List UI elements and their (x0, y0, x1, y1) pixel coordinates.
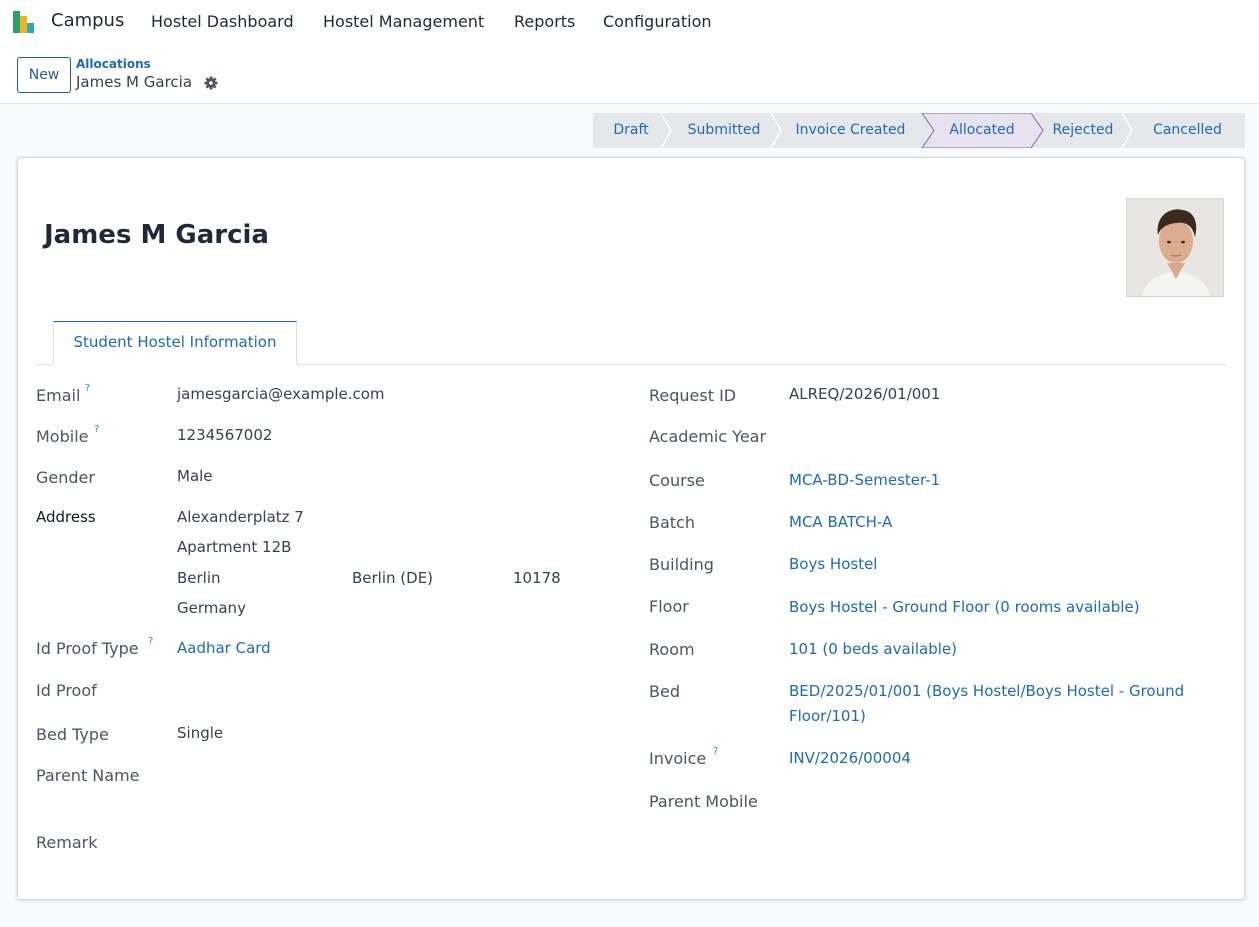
stage-submitted[interactable]: Submitted (669, 113, 779, 148)
request-id-field: ALREQ/2026/01/001 (789, 385, 941, 403)
bed-field[interactable]: BED/2025/01/001 (Boys Hostel/Boys Hostel… (789, 682, 1184, 700)
academic-year-label: Academic Year (649, 427, 767, 446)
student-photo (1127, 199, 1223, 296)
remark-label: Remark (36, 833, 98, 852)
street-field[interactable]: Alexanderplatz 7 (177, 508, 304, 526)
bed-label: Bed (649, 682, 680, 701)
building-label: Building (649, 555, 714, 574)
building-field[interactable]: Boys Hostel (789, 555, 877, 573)
invoice-help-icon[interactable]: ? (713, 746, 718, 757)
record-title: James M Garcia (44, 220, 269, 250)
menu-hostel-management[interactable]: Hostel Management (323, 12, 484, 31)
avatar[interactable] (1126, 198, 1224, 297)
app-name[interactable]: Campus (51, 10, 124, 31)
id-proof-type-label: Id Proof Type (36, 639, 139, 658)
email-label: Email (36, 386, 81, 405)
id-proof-label: Id Proof (36, 681, 97, 700)
invoice-field[interactable]: INV/2026/00004 (789, 749, 911, 767)
stage-rejected[interactable]: Rejected (1036, 113, 1130, 148)
batch-label: Batch (649, 513, 695, 532)
floor-label: Floor (649, 597, 689, 616)
course-field[interactable]: MCA-BD-Semester-1 (789, 471, 940, 489)
parent-mobile-label: Parent Mobile (649, 792, 758, 811)
email-help-icon[interactable]: ? (85, 383, 90, 394)
batch-field[interactable]: MCA BATCH-A (789, 513, 892, 531)
bed-type-label: Bed Type (36, 725, 109, 744)
room-label: Room (649, 640, 695, 659)
room-field[interactable]: 101 (0 beds available) (789, 640, 957, 658)
form-sheet: James M Garcia Student Hostel Informatio… (17, 157, 1245, 900)
gender-label: Gender (36, 468, 95, 487)
floor-field[interactable]: Boys Hostel - Ground Floor (0 rooms avai… (789, 598, 1140, 616)
campus-app-icon[interactable] (12, 10, 36, 34)
stage-invoice-created[interactable]: Invoice Created (779, 113, 922, 148)
zip-field[interactable]: 10178 (513, 569, 561, 587)
stage-separator (1121, 113, 1133, 148)
course-label: Course (649, 471, 705, 490)
gear-icon[interactable] (203, 75, 219, 91)
bed-type-field[interactable]: Single (177, 724, 223, 742)
id-proof-type-help-icon[interactable]: ? (148, 636, 153, 647)
id-proof-type-field[interactable]: Aadhar Card (177, 639, 271, 657)
tab-student-hostel-information[interactable]: Student Hostel Information (53, 321, 297, 365)
stage-separator (770, 113, 782, 148)
breadcrumb-allocations[interactable]: Allocations (76, 57, 151, 71)
state-field[interactable]: Berlin (DE) (352, 569, 433, 587)
new-button[interactable]: New (17, 57, 71, 93)
invoice-label: Invoice (649, 749, 707, 768)
top-navbar: Campus Hostel Dashboard Hostel Managemen… (0, 0, 1259, 44)
email-field[interactable]: jamesgarcia@example.com (177, 385, 385, 403)
street2-field[interactable]: Apartment 12B (177, 538, 291, 556)
gender-field[interactable]: Male (177, 467, 213, 485)
breadcrumb-current: James M Garcia (76, 73, 193, 91)
mobile-field[interactable]: 1234567002 (177, 426, 272, 444)
request-id-label: Request ID (649, 386, 737, 405)
country-field[interactable]: Germany (177, 599, 246, 617)
address-label: Address (36, 508, 96, 526)
status-bar: Draft Submitted Invoice Created Rejected… (593, 113, 1245, 148)
menu-hostel-dashboard[interactable]: Hostel Dashboard (151, 12, 294, 31)
control-panel: New Allocations James M Garcia (0, 44, 1259, 104)
city-field[interactable]: Berlin (177, 569, 221, 587)
mobile-help-icon[interactable]: ? (94, 424, 99, 435)
menu-reports[interactable]: Reports (514, 12, 575, 31)
mobile-label: Mobile (36, 427, 89, 446)
parent-name-label: Parent Name (36, 766, 140, 785)
stage-draft[interactable]: Draft (593, 113, 669, 148)
stage-separator (660, 113, 672, 148)
bed-field-continued[interactable]: Floor/101) (789, 707, 866, 725)
stage-cancelled[interactable]: Cancelled (1130, 113, 1245, 148)
stage-allocated-label: Allocated (949, 122, 1015, 138)
menu-configuration[interactable]: Configuration (603, 12, 712, 31)
